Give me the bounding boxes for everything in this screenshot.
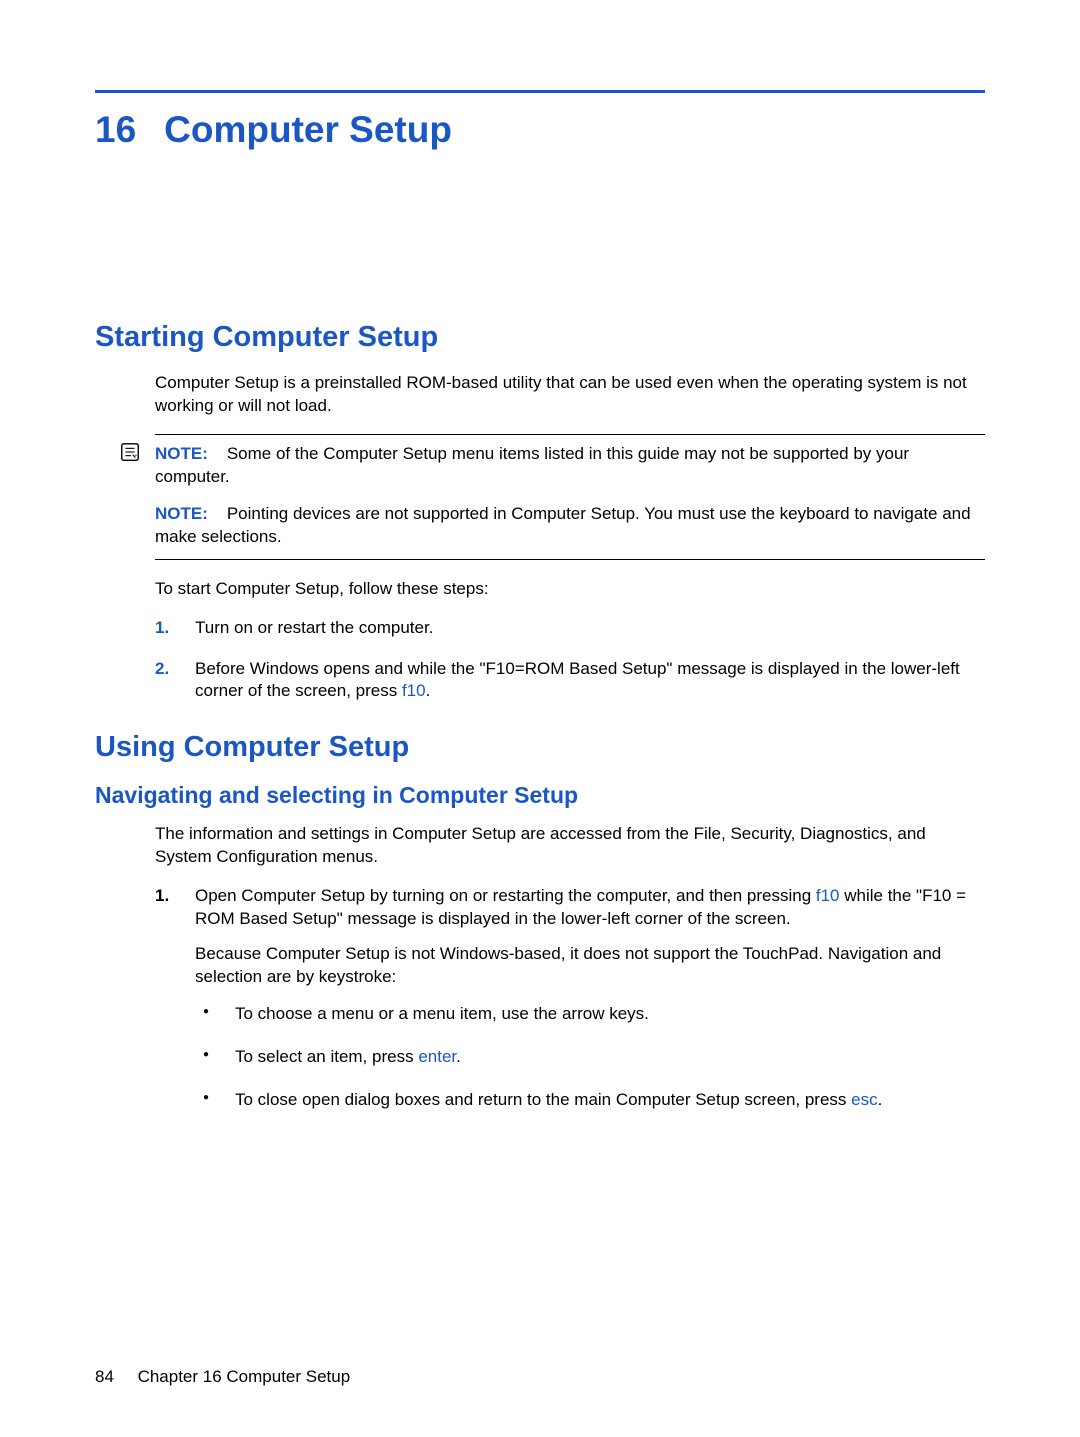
s2-step1-marker: 1.	[155, 885, 169, 908]
page: 16 Computer Setup Starting Computer Setu…	[0, 0, 1080, 1437]
section2-steps: 1. Open Computer Setup by turning on or …	[155, 885, 985, 1112]
page-number: 84	[95, 1367, 114, 1386]
step1-marker: 1.	[155, 617, 169, 640]
bullet3-b: .	[878, 1090, 883, 1109]
bullet-3: To close open dialog boxes and return to…	[195, 1089, 985, 1112]
top-rule	[95, 90, 985, 93]
step2-text-a: Before Windows opens and while the "F10=…	[195, 659, 960, 701]
section2-body: The information and settings in Computer…	[155, 823, 985, 1111]
section-using: Using Computer Setup	[95, 731, 985, 764]
step2-text-b: .	[426, 681, 431, 700]
step-1: 1. Turn on or restart the computer.	[155, 617, 985, 640]
s2-step-1: 1. Open Computer Setup by turning on or …	[155, 885, 985, 1112]
step-2: 2. Before Windows opens and while the "F…	[155, 658, 985, 704]
intro-paragraph: Computer Setup is a preinstalled ROM-bas…	[155, 372, 985, 418]
step2-key: f10	[402, 681, 426, 700]
note2-text: Pointing devices are not supported in Co…	[155, 504, 971, 546]
s2-step1-a: Open Computer Setup by turning on or res…	[195, 886, 816, 905]
chapter-heading: 16 Computer Setup	[95, 109, 985, 151]
bullet3-a: To close open dialog boxes and return to…	[235, 1090, 851, 1109]
chapter-title: Computer Setup	[164, 109, 452, 151]
s2-step1-para2: Because Computer Setup is not Windows-ba…	[195, 943, 985, 989]
section2-intro: The information and settings in Computer…	[155, 823, 985, 869]
footer-label: Chapter 16 Computer Setup	[138, 1367, 351, 1386]
bullet3-key: esc	[851, 1090, 877, 1109]
note1: NOTE: Some of the Computer Setup menu it…	[155, 443, 985, 489]
bullet-1: To choose a menu or a menu item, use the…	[195, 1003, 985, 1026]
section1-body: Computer Setup is a preinstalled ROM-bas…	[155, 372, 985, 703]
note2-label: NOTE:	[155, 504, 208, 523]
note1-label: NOTE:	[155, 444, 208, 463]
footer: 84 Chapter 16 Computer Setup	[95, 1367, 350, 1387]
note1-text: Some of the Computer Setup menu items li…	[155, 444, 909, 486]
bullet2-b: .	[456, 1047, 461, 1066]
bullet-2: To select an item, press enter.	[195, 1046, 985, 1069]
step2-marker: 2.	[155, 658, 169, 681]
bullets: To choose a menu or a menu item, use the…	[195, 1003, 985, 1112]
s2-step1-key: f10	[816, 886, 840, 905]
steps-list: 1. Turn on or restart the computer. 2. B…	[155, 617, 985, 704]
bullet2-key: enter	[418, 1047, 456, 1066]
note-icon	[119, 441, 141, 463]
note-box: NOTE: Some of the Computer Setup menu it…	[155, 434, 985, 560]
chapter-number: 16	[95, 109, 136, 151]
subsection-navigating: Navigating and selecting in Computer Set…	[95, 782, 985, 809]
section-starting: Starting Computer Setup	[95, 321, 985, 354]
step1-text: Turn on or restart the computer.	[195, 618, 433, 637]
steps-intro: To start Computer Setup, follow these st…	[155, 578, 985, 601]
note2: NOTE: Pointing devices are not supported…	[155, 503, 985, 549]
bullet2-a: To select an item, press	[235, 1047, 418, 1066]
